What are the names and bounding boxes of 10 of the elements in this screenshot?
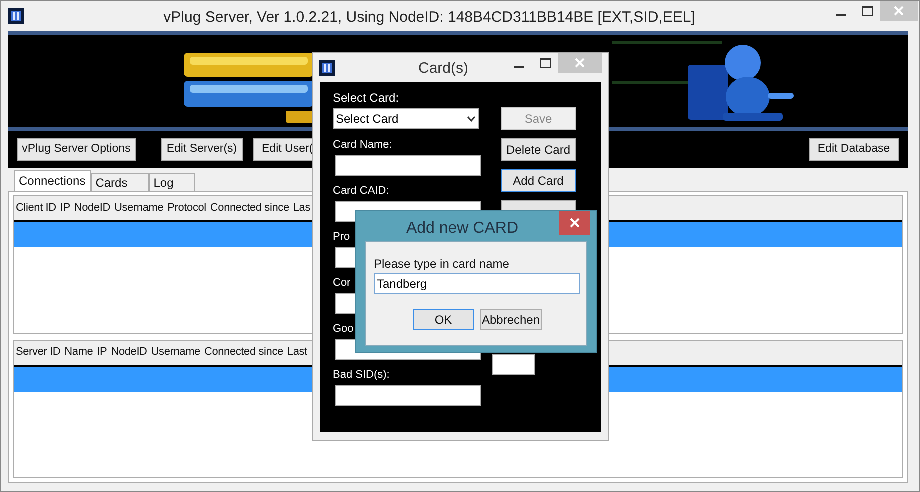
field-label: Goo (333, 322, 354, 337)
field-label: Pro (333, 230, 350, 245)
field-label: Card CAID: (333, 184, 390, 199)
window-title: vPlug Server, Ver 1.0.2.21, Using NodeID: 148B4CD311BB14BE [EXT,SID,EEL] (162, 8, 696, 28)
field-label: Cor (333, 276, 351, 291)
field-label: Select Card: (333, 90, 400, 107)
dialog-title: Add new CARD (405, 219, 520, 239)
prompt-label: Please type in card name (374, 256, 510, 271)
field-label: Bad SID(s): (333, 368, 390, 383)
window-title: Card(s) (417, 59, 470, 79)
